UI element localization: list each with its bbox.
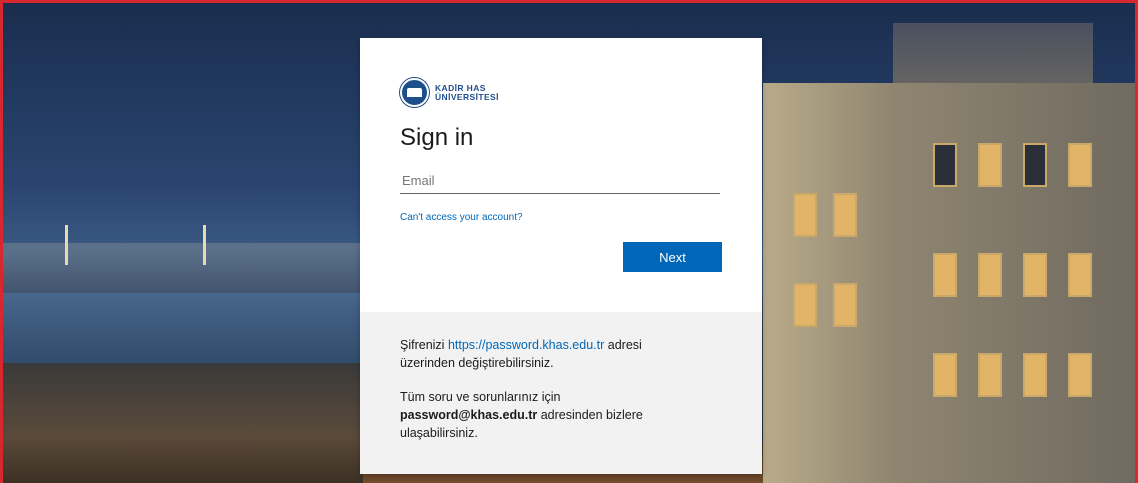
building-window (1068, 253, 1092, 297)
password-reset-link[interactable]: https://password.khas.edu.tr (448, 338, 604, 352)
building-window (1068, 353, 1092, 397)
golden-horn-water (3, 293, 363, 373)
building-window (1023, 253, 1047, 297)
logo-wordmark: KADİR HAS ÜNİVERSİTESİ (435, 83, 499, 102)
bridge-tower (203, 225, 206, 265)
support-email: password@khas.edu.tr (400, 408, 538, 422)
next-button[interactable]: Next (623, 242, 722, 272)
building-window (833, 193, 857, 237)
building-window (978, 143, 1002, 187)
info1-prefix: Şifrenizi (400, 338, 448, 352)
browser-frame: KADİR HAS ÜNİVERSİTESİ Sign in Can't acc… (0, 0, 1138, 483)
info2-prefix: Tüm soru ve sorunlarınız için (400, 390, 561, 404)
building-window (1023, 143, 1047, 187)
building-window (933, 353, 957, 397)
building-window (978, 253, 1002, 297)
email-field[interactable] (400, 168, 720, 194)
building-window (793, 193, 817, 237)
university-seal-icon (400, 78, 429, 107)
university-logo: KADİR HAS ÜNİVERSİTESİ (400, 78, 499, 107)
building-window (1068, 143, 1092, 187)
building-window (933, 253, 957, 297)
building-window (833, 283, 857, 327)
page-title: Sign in (400, 124, 474, 151)
signin-panel: KADİR HAS ÜNİVERSİTESİ Sign in Can't acc… (360, 38, 762, 312)
logo-line2: ÜNİVERSİTESİ (435, 91, 499, 102)
building-window (1023, 353, 1047, 397)
building-window (933, 143, 957, 187)
trees (3, 363, 363, 483)
password-change-info: Şifrenizi https://password.khas.edu.tr a… (400, 336, 700, 372)
support-contact-info: Tüm soru ve sorunlarınız için password@k… (400, 388, 700, 442)
bridge-tower (65, 225, 68, 265)
building-window (793, 283, 817, 327)
university-building (763, 23, 1135, 483)
login-card: KADİR HAS ÜNİVERSİTESİ Sign in Can't acc… (360, 38, 762, 474)
building-window (978, 353, 1002, 397)
cant-access-account-link[interactable]: Can't access your account? (400, 212, 523, 223)
